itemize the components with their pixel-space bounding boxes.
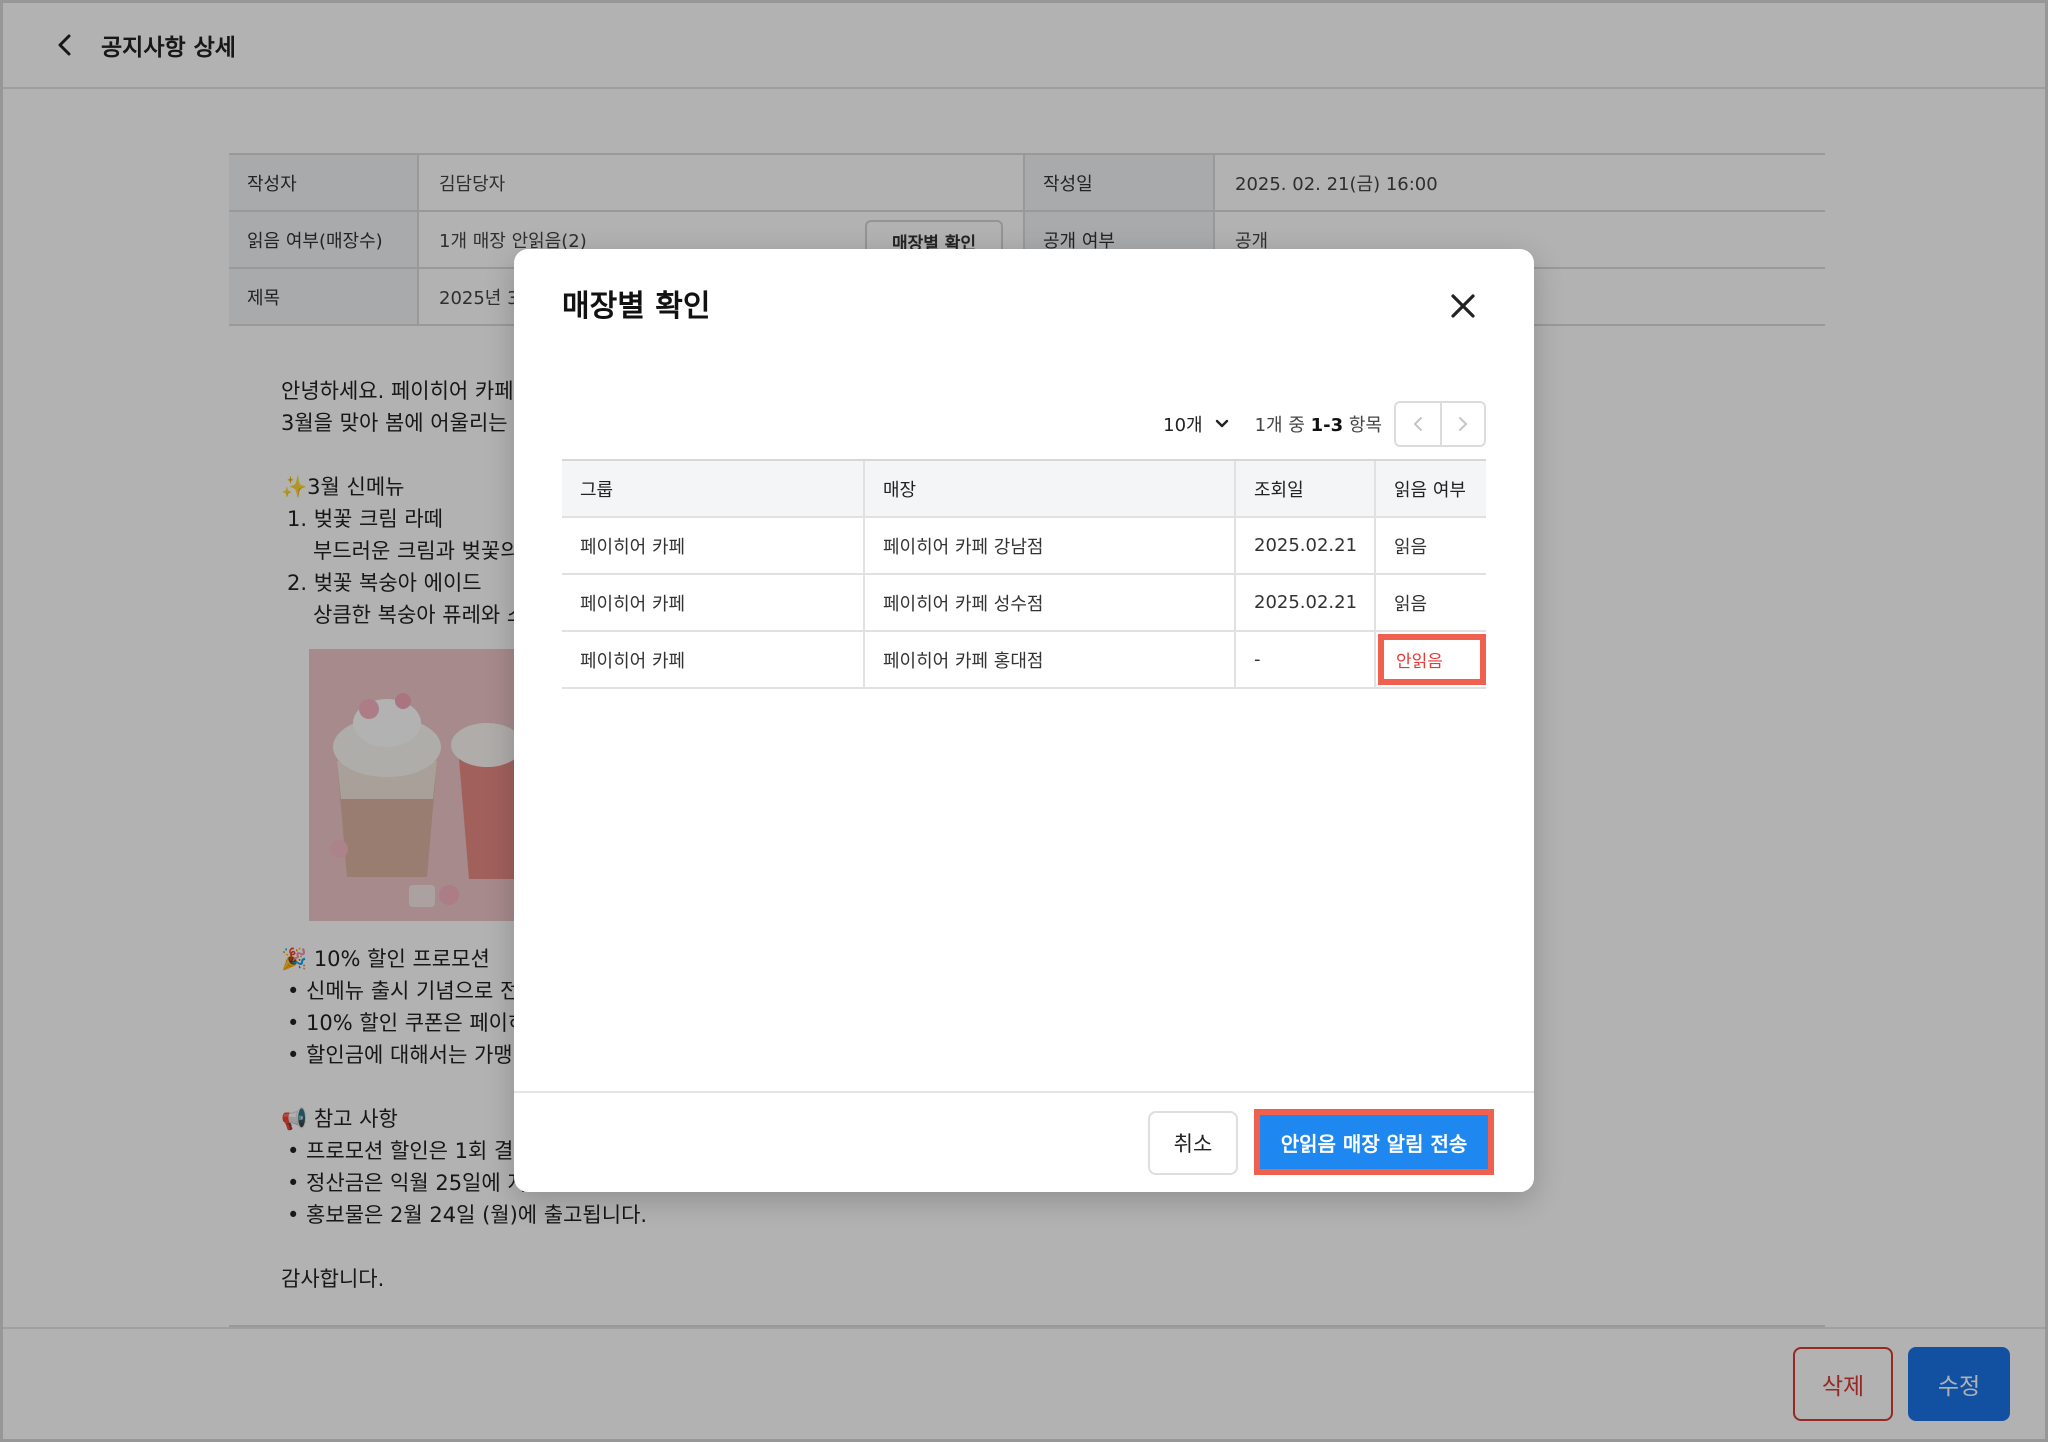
close-icon[interactable] <box>1442 285 1484 327</box>
cell-group: 페이히어 카페 <box>562 631 864 689</box>
modal-title: 매장별 확인 <box>562 289 711 324</box>
page-range-prefix: 1개 중 <box>1254 415 1311 436</box>
next-page-button[interactable] <box>1440 403 1484 445</box>
prev-page-button[interactable] <box>1396 403 1440 445</box>
cell-store: 페이히어 카페 강남점 <box>863 517 1235 575</box>
chevron-left-icon <box>1414 417 1422 431</box>
cell-date: 2025.02.21 <box>1234 574 1375 632</box>
store-check-modal: 매장별 확인 10개 1개 중 1-3 항목 그룹 매장 조회일 읽음 여부 페… <box>514 249 1534 1192</box>
store-read-table: 그룹 매장 조회일 읽음 여부 페이히어 카페 페이히어 카페 강남점 2025… <box>562 459 1486 689</box>
column-header-date: 조회일 <box>1234 459 1375 518</box>
chevron-right-icon <box>1459 417 1467 431</box>
cell-group: 페이히어 카페 <box>562 574 864 632</box>
cell-read-status: 읽음 <box>1374 574 1486 632</box>
cell-date: 2025.02.21 <box>1234 517 1375 575</box>
cell-read-status: 읽음 <box>1374 517 1486 575</box>
send-unread-alert-button[interactable]: 안읽음 매장 알림 전송 <box>1260 1115 1488 1169</box>
table-row: 페이히어 카페 페이히어 카페 강남점 2025.02.21 읽음 <box>562 517 1486 575</box>
unread-status-badge: 안읽음 <box>1378 634 1486 685</box>
table-header-row: 그룹 매장 조회일 읽음 여부 <box>562 459 1486 518</box>
cell-read-status: 안읽음 <box>1374 631 1486 689</box>
page-range-bold: 1-3 <box>1310 415 1344 436</box>
chevron-down-icon <box>1215 419 1229 429</box>
column-header-group: 그룹 <box>562 459 864 518</box>
page-size-value: 10개 <box>1163 415 1203 436</box>
cell-store: 페이히어 카페 성수점 <box>863 574 1235 632</box>
send-highlight: 안읽음 매장 알림 전송 <box>1254 1109 1494 1175</box>
page-range: 1개 중 1-3 항목 <box>1255 411 1382 437</box>
page-size-select[interactable]: 10개 <box>1163 411 1228 437</box>
page-range-suffix: 항목 <box>1343 415 1382 436</box>
cell-group: 페이히어 카페 <box>562 517 864 575</box>
table-row: 페이히어 카페 페이히어 카페 홍대점 - 안읽음 <box>562 631 1486 689</box>
cell-store: 페이히어 카페 홍대점 <box>863 631 1235 689</box>
column-header-store: 매장 <box>863 459 1235 518</box>
modal-footer-divider <box>514 1091 1534 1093</box>
pager-buttons <box>1394 401 1486 447</box>
cancel-button[interactable]: 취소 <box>1148 1111 1238 1175</box>
pagination: 10개 1개 중 1-3 항목 <box>1163 401 1486 447</box>
column-header-read: 읽음 여부 <box>1374 459 1486 518</box>
table-row: 페이히어 카페 페이히어 카페 성수점 2025.02.21 읽음 <box>562 574 1486 632</box>
cell-date: - <box>1234 631 1375 689</box>
